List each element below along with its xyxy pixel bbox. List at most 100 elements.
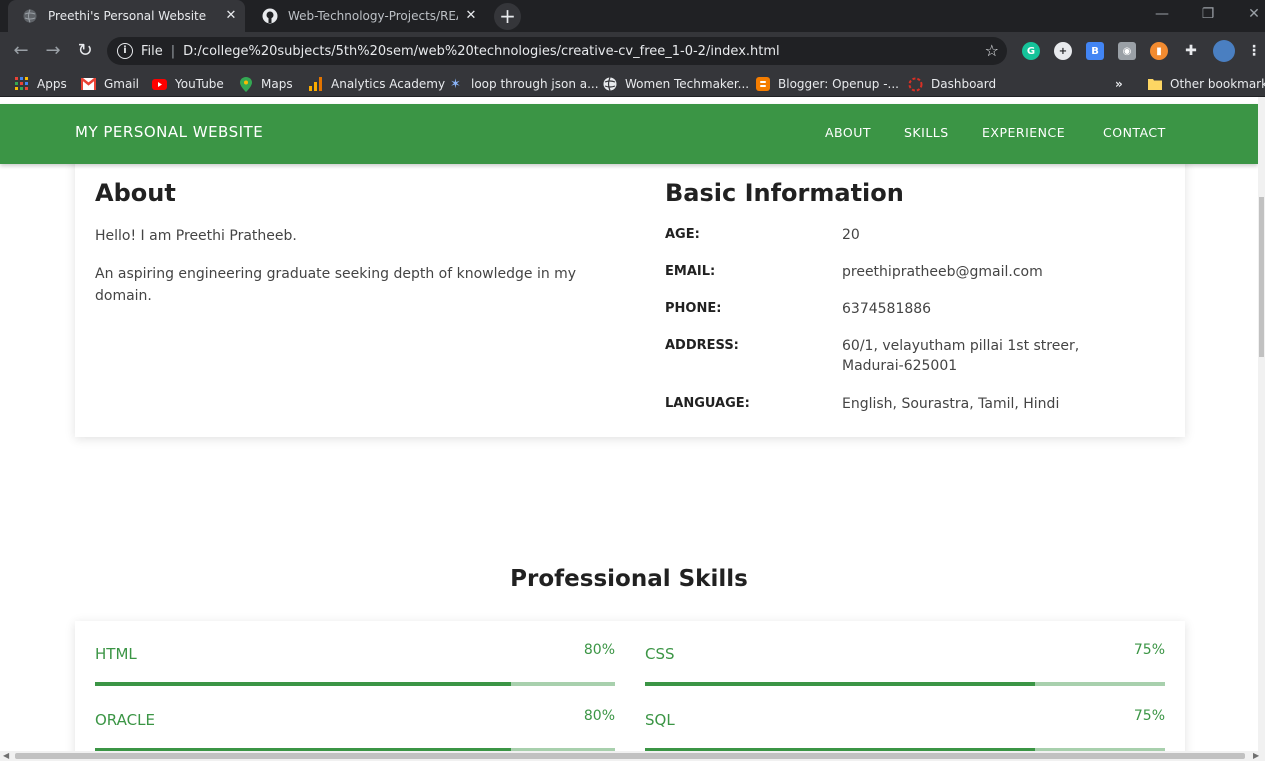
bookmark-dashboard[interactable]: Dashboard bbox=[908, 75, 996, 93]
bookmark-women-techmakers[interactable]: Women Techmaker... bbox=[602, 75, 749, 93]
folder-icon bbox=[1147, 77, 1162, 92]
basic-info-heading: Basic Information bbox=[665, 179, 904, 207]
skill-percent: 75% bbox=[1133, 642, 1165, 658]
bookmarks-bar: Apps Gmail YouTube Maps Analytics Academ… bbox=[0, 70, 1265, 97]
skill-percent: 80% bbox=[583, 642, 615, 658]
language-value: English, Sourastra, Tamil, Hindi bbox=[842, 396, 1060, 412]
extensions-puzzle-icon[interactable]: ✚ bbox=[1182, 42, 1200, 60]
extension-bottle-icon[interactable]: ▮ bbox=[1150, 42, 1168, 60]
tab-personal-website[interactable]: Preethi's Personal Website ✕ bbox=[8, 0, 245, 32]
horizontal-scrollbar[interactable]: ◀ ▶ bbox=[0, 751, 1265, 761]
browser-toolbar: ← → ↻ i File | D:/college%20subjects/5th… bbox=[0, 32, 1265, 70]
new-tab-button[interactable]: + bbox=[494, 3, 521, 30]
site-navbar: MY PERSONAL WEBSITE ABOUT SKILLS EXPERIE… bbox=[0, 104, 1258, 164]
skill-name: ORACLE bbox=[95, 711, 155, 729]
language-label: LANGUAGE: bbox=[665, 396, 750, 411]
github-icon bbox=[262, 8, 278, 24]
profile-avatar[interactable] bbox=[1213, 40, 1235, 62]
camera-icon[interactable]: ◉ bbox=[1118, 42, 1136, 60]
bookmark-blogger[interactable]: Blogger: Openup -... bbox=[755, 75, 899, 93]
extension-plus-icon[interactable]: + bbox=[1054, 42, 1072, 60]
email-value: preethipratheeb@gmail.com bbox=[842, 264, 1043, 280]
bookmark-label: Blogger: Openup -... bbox=[778, 77, 899, 91]
vertical-scrollbar-thumb[interactable] bbox=[1259, 197, 1264, 357]
gmail-icon bbox=[81, 77, 96, 92]
bookmark-label: Maps bbox=[261, 77, 293, 91]
skill-name: CSS bbox=[645, 645, 675, 663]
skill-progress-fill bbox=[645, 682, 1035, 686]
skill-progress-track bbox=[645, 682, 1165, 686]
phone-label: PHONE: bbox=[665, 301, 722, 316]
bookmark-maps[interactable]: Maps bbox=[238, 75, 293, 93]
scroll-left-arrow-icon[interactable]: ◀ bbox=[3, 751, 9, 761]
bookmark-label: Other bookmarks bbox=[1170, 77, 1265, 91]
about-summary: An aspiring engineering graduate seeking… bbox=[95, 266, 577, 304]
tab-title: Web-Technology-Projects/READI bbox=[288, 9, 458, 23]
back-arrow-icon[interactable]: ← bbox=[9, 40, 33, 64]
apps-grid-icon bbox=[14, 77, 29, 92]
age-label: AGE: bbox=[665, 227, 700, 242]
extension-translate-icon[interactable]: B bbox=[1086, 42, 1104, 60]
info-icon[interactable]: i bbox=[117, 43, 133, 59]
blogger-icon bbox=[755, 77, 770, 92]
nav-about[interactable]: ABOUT bbox=[825, 125, 871, 140]
close-tab-icon[interactable]: ✕ bbox=[223, 8, 239, 24]
url-separator: | bbox=[170, 43, 176, 59]
skill-name: HTML bbox=[95, 645, 137, 663]
sparkle-icon: ✶ bbox=[450, 76, 461, 92]
address-label: ADDRESS: bbox=[665, 338, 739, 353]
close-window-icon[interactable]: ✕ bbox=[1242, 4, 1265, 24]
tab-title: Preethi's Personal Website bbox=[48, 9, 207, 23]
email-label: EMAIL: bbox=[665, 264, 716, 279]
skill-percent: 75% bbox=[1133, 708, 1165, 724]
bookmark-youtube[interactable]: YouTube bbox=[152, 75, 224, 93]
url-text: D:/college%20subjects/5th%20sem/web%20te… bbox=[183, 43, 780, 59]
address-bar[interactable]: i File | D:/college%20subjects/5th%20sem… bbox=[107, 37, 1007, 65]
globe-icon bbox=[22, 8, 38, 24]
analytics-icon bbox=[308, 77, 323, 92]
skills-heading: Professional Skills bbox=[510, 566, 748, 592]
page-viewport: About Hello! I am Preethi Pratheeb. An a… bbox=[0, 97, 1258, 751]
skills-card: HTML 80% CSS 75% ORACLE 80% SQL 75% bbox=[75, 621, 1185, 751]
minimize-icon[interactable]: — bbox=[1150, 4, 1174, 24]
skill-name: SQL bbox=[645, 711, 675, 729]
forward-arrow-icon[interactable]: → bbox=[41, 40, 65, 64]
about-greeting: Hello! I am Preethi Pratheeb. bbox=[95, 228, 297, 244]
url-scheme: File bbox=[141, 43, 163, 59]
skill-progress-fill bbox=[95, 682, 511, 686]
skill-percent: 80% bbox=[583, 708, 615, 724]
scroll-right-arrow-icon[interactable]: ▶ bbox=[1253, 751, 1259, 761]
bookmark-label: YouTube bbox=[175, 77, 224, 91]
bookmark-label: Apps bbox=[37, 77, 67, 91]
bookmark-gmail[interactable]: Gmail bbox=[81, 75, 139, 93]
maps-pin-icon bbox=[238, 76, 253, 92]
skill-progress-track bbox=[95, 682, 615, 686]
bookmark-analytics-academy[interactable]: Analytics Academy bbox=[308, 75, 445, 93]
tab-github-readme[interactable]: Web-Technology-Projects/READI ✕ bbox=[248, 0, 485, 32]
vertical-scrollbar[interactable] bbox=[1258, 97, 1265, 751]
bookmark-label: Women Techmaker... bbox=[625, 77, 750, 91]
bookmark-apps[interactable]: Apps bbox=[14, 75, 67, 93]
grammarly-icon[interactable]: G bbox=[1022, 42, 1040, 60]
bookmark-other-bookmarks[interactable]: Other bookmarks bbox=[1147, 75, 1265, 93]
dashboard-icon bbox=[908, 77, 923, 92]
youtube-icon bbox=[152, 77, 167, 92]
close-tab-icon[interactable]: ✕ bbox=[463, 8, 479, 24]
nav-experience[interactable]: EXPERIENCE bbox=[982, 125, 1065, 140]
reload-icon[interactable]: ↻ bbox=[73, 40, 97, 64]
nav-contact[interactable]: CONTACT bbox=[1103, 125, 1166, 140]
bookmark-label: Analytics Academy bbox=[331, 77, 446, 91]
menu-kebab-icon[interactable]: ⋮ bbox=[1245, 42, 1263, 60]
bookmarks-overflow-chevron-icon[interactable]: » bbox=[1115, 75, 1123, 93]
nav-skills[interactable]: SKILLS bbox=[904, 125, 949, 140]
about-card: About Hello! I am Preethi Pratheeb. An a… bbox=[75, 147, 1185, 437]
bookmark-label: Gmail bbox=[104, 77, 140, 91]
horizontal-scrollbar-thumb[interactable] bbox=[15, 753, 1245, 759]
bookmark-loop-json[interactable]: ✶ loop through json a... bbox=[448, 75, 599, 93]
bookmark-star-icon[interactable]: ☆ bbox=[985, 41, 999, 60]
browser-tab-strip: Preethi's Personal Website ✕ Web-Technol… bbox=[0, 0, 1265, 32]
age-value: 20 bbox=[842, 227, 860, 243]
site-brand[interactable]: MY PERSONAL WEBSITE bbox=[75, 123, 263, 141]
about-heading: About bbox=[95, 179, 176, 207]
restore-icon[interactable]: ❐ bbox=[1196, 4, 1220, 24]
